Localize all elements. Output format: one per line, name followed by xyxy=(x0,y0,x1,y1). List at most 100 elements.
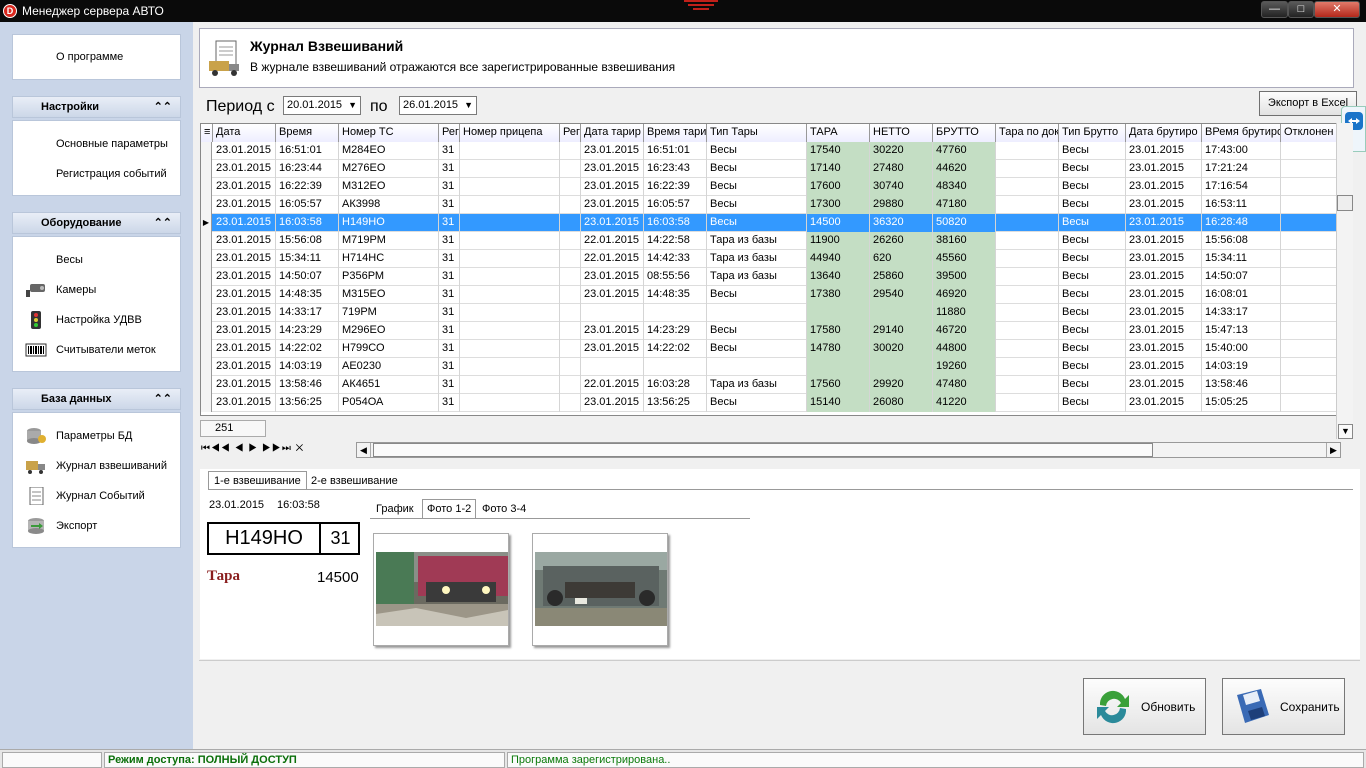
table-cell[interactable]: 23.01.2015 xyxy=(1126,142,1202,160)
table-cell[interactable]: 23.01.2015 xyxy=(1126,160,1202,178)
table-cell[interactable] xyxy=(1281,394,1341,412)
table-cell[interactable]: Весы xyxy=(707,160,807,178)
table-cell[interactable]: 23.01.2015 xyxy=(213,160,276,178)
sidebar-item-scales[interactable]: Весы xyxy=(13,247,180,273)
table-cell[interactable]: 23.01.2015 xyxy=(581,178,644,196)
column-header[interactable]: Отклонен xyxy=(1281,124,1341,142)
table-cell[interactable]: 14:33:17 xyxy=(276,304,339,322)
row-indicator[interactable] xyxy=(201,340,212,358)
table-cell[interactable] xyxy=(460,214,560,232)
table-cell[interactable]: Весы xyxy=(1059,394,1126,412)
table-cell[interactable]: Тара из базы xyxy=(707,376,807,394)
table-cell[interactable]: 44800 xyxy=(933,340,996,358)
table-cell[interactable]: 16:51:01 xyxy=(644,142,707,160)
table-cell[interactable]: 44620 xyxy=(933,160,996,178)
table-row[interactable]: 23.01.2015 14:33:17 719РМ 31 11880 Весы 23.01.… xyxy=(201,304,1349,322)
table-cell[interactable] xyxy=(1281,340,1341,358)
table-cell[interactable]: М315ЕО xyxy=(339,286,439,304)
table-cell[interactable]: Весы xyxy=(707,340,807,358)
table-cell[interactable]: М719РМ xyxy=(339,232,439,250)
table-cell[interactable]: 26260 xyxy=(870,232,933,250)
table-row[interactable]: 23.01.2015 16:05:57 АК3998 31 23.01.2015 16:0… xyxy=(201,196,1349,214)
table-cell[interactable]: 23.01.2015 xyxy=(213,322,276,340)
table-cell[interactable]: 17:43:00 xyxy=(1202,142,1281,160)
table-cell[interactable]: 14:42:33 xyxy=(644,250,707,268)
table-cell[interactable] xyxy=(996,232,1059,250)
table-cell[interactable]: 13640 xyxy=(807,268,870,286)
scroll-thumb[interactable] xyxy=(373,443,1153,457)
row-indicator[interactable] xyxy=(201,322,212,340)
column-header[interactable]: Дата тарир xyxy=(581,124,644,142)
refresh-button[interactable]: Обновить xyxy=(1083,678,1206,735)
table-row[interactable]: 23.01.2015 14:22:02 Н799СО 31 23.01.2015 14:2… xyxy=(201,340,1349,358)
table-cell[interactable] xyxy=(807,358,870,376)
scroll-right-icon[interactable]: ▶ xyxy=(1326,443,1340,457)
table-cell[interactable] xyxy=(560,376,581,394)
collapse-chevron-icon[interactable]: ⌃⌃ xyxy=(154,389,172,409)
sidebar-item-export[interactable]: Экспорт xyxy=(13,513,180,539)
chevron-down-icon[interactable]: ▼ xyxy=(348,97,357,114)
table-cell[interactable] xyxy=(996,322,1059,340)
table-cell[interactable]: 31 xyxy=(439,160,460,178)
table-cell[interactable] xyxy=(644,358,707,376)
table-cell[interactable]: 23.01.2015 xyxy=(581,394,644,412)
table-cell[interactable]: 14:03:19 xyxy=(1202,358,1281,376)
table-cell[interactable]: 31 xyxy=(439,250,460,268)
row-indicator[interactable] xyxy=(201,376,212,394)
table-cell[interactable]: 25860 xyxy=(870,268,933,286)
table-cell[interactable]: 29540 xyxy=(870,286,933,304)
table-cell[interactable]: 17140 xyxy=(807,160,870,178)
table-cell[interactable]: 16:23:44 xyxy=(276,160,339,178)
table-cell[interactable]: 23.01.2015 xyxy=(213,232,276,250)
record-navigator[interactable]: ⏮◀◀ ◀ ▶ ▶▶⏭ ✕ xyxy=(200,441,355,458)
table-cell[interactable] xyxy=(560,160,581,178)
table-cell[interactable] xyxy=(460,178,560,196)
table-cell[interactable]: 719РМ xyxy=(339,304,439,322)
table-cell[interactable]: 23.01.2015 xyxy=(213,376,276,394)
table-cell[interactable]: 23.01.2015 xyxy=(1126,304,1202,322)
table-cell[interactable]: 23.01.2015 xyxy=(1126,322,1202,340)
table-cell[interactable] xyxy=(1281,322,1341,340)
table-cell[interactable]: 31 xyxy=(439,268,460,286)
table-row[interactable]: 23.01.2015 16:22:39 М312ЕО 31 23.01.2015 16:2… xyxy=(201,178,1349,196)
table-cell[interactable]: АК3998 xyxy=(339,196,439,214)
table-cell[interactable]: 30740 xyxy=(870,178,933,196)
table-cell[interactable]: 17600 xyxy=(807,178,870,196)
table-cell[interactable]: 46920 xyxy=(933,286,996,304)
column-header[interactable]: Тип Тары xyxy=(707,124,807,142)
sidebar-item-udvv[interactable]: Настройка УДВВ xyxy=(13,307,180,333)
table-cell[interactable] xyxy=(560,232,581,250)
table-cell[interactable]: 23.01.2015 xyxy=(213,142,276,160)
table-cell[interactable]: 23.01.2015 xyxy=(1126,286,1202,304)
table-cell[interactable]: 45560 xyxy=(933,250,996,268)
table-cell[interactable] xyxy=(996,160,1059,178)
table-cell[interactable]: 16:28:48 xyxy=(1202,214,1281,232)
table-cell[interactable]: 23.01.2015 xyxy=(581,322,644,340)
table-row[interactable]: 23.01.2015 16:51:01 М284ЕО 31 23.01.2015 16:5… xyxy=(201,142,1349,160)
table-cell[interactable]: 23.01.2015 xyxy=(1126,340,1202,358)
table-cell[interactable]: 23.01.2015 xyxy=(213,250,276,268)
row-indicator[interactable] xyxy=(201,394,212,412)
table-cell[interactable] xyxy=(460,250,560,268)
date-from-picker[interactable]: 20.01.2015 ▼ xyxy=(283,96,361,115)
sidebar-item-event-registration[interactable]: Регистрация событий xyxy=(13,161,180,187)
table-row[interactable]: 23.01.2015 14:23:29 М296ЕО 31 23.01.2015 14:2… xyxy=(201,322,1349,340)
table-cell[interactable]: 31 xyxy=(439,196,460,214)
table-cell[interactable] xyxy=(581,358,644,376)
table-cell[interactable]: АК4651 xyxy=(339,376,439,394)
table-cell[interactable] xyxy=(996,196,1059,214)
row-indicator[interactable] xyxy=(201,196,212,214)
table-cell[interactable]: 19260 xyxy=(933,358,996,376)
table-cell[interactable]: 16:22:39 xyxy=(276,178,339,196)
column-header[interactable]: Дата xyxy=(213,124,276,142)
table-cell[interactable]: Весы xyxy=(707,322,807,340)
table-cell[interactable] xyxy=(1281,376,1341,394)
table-cell[interactable]: Весы xyxy=(707,196,807,214)
table-cell[interactable]: 14:22:58 xyxy=(644,232,707,250)
current-row-arrow-icon[interactable]: ▶ xyxy=(201,214,212,232)
table-cell[interactable]: 48340 xyxy=(933,178,996,196)
table-cell[interactable]: 23.01.2015 xyxy=(581,196,644,214)
table-row[interactable]: 23.01.2015 14:48:35 М315ЕО 31 23.01.2015 14:4… xyxy=(201,286,1349,304)
table-cell[interactable]: 26080 xyxy=(870,394,933,412)
collapse-chevron-icon[interactable]: ⌃⌃ xyxy=(154,213,172,233)
